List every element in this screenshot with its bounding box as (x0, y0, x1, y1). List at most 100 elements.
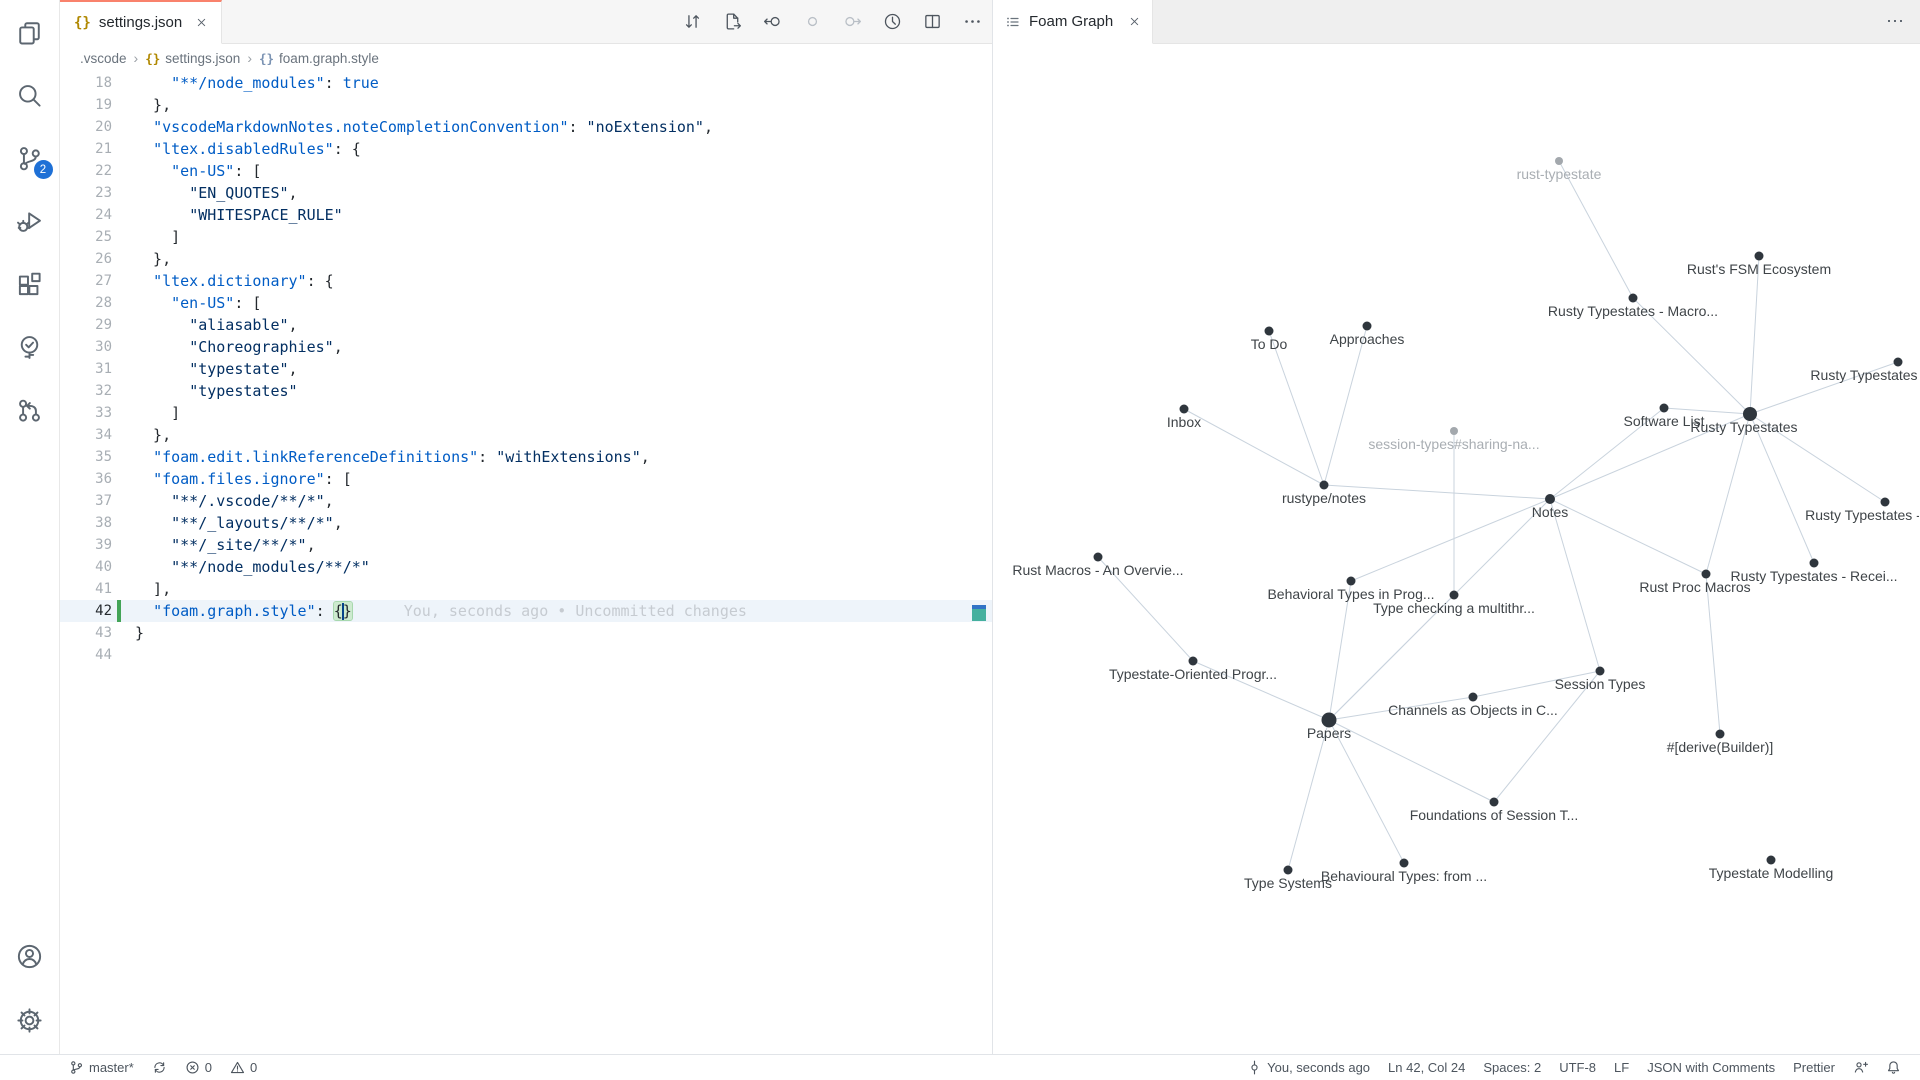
breadcrumb-separator: › (247, 50, 252, 66)
line-number: 30 (60, 336, 112, 358)
open-changes-button[interactable] (683, 12, 702, 31)
activity-item-settings[interactable] (6, 996, 54, 1044)
code-editor[interactable]: 18 "**/node_modules": true19 },20 "vscod… (60, 72, 992, 1054)
tab-settings-json[interactable]: {} settings.json (60, 0, 222, 44)
more-actions-button[interactable] (963, 12, 982, 31)
status-errors[interactable]: 0 (176, 1055, 221, 1080)
graph-node[interactable] (1189, 657, 1198, 666)
graph-node[interactable] (1629, 294, 1638, 303)
status-encoding[interactable]: UTF-8 (1550, 1055, 1605, 1080)
status-blame-annotation[interactable]: You, seconds ago (1238, 1055, 1379, 1080)
graph-node[interactable] (1555, 157, 1563, 165)
code-line-30: 30 "Choreographies", (60, 336, 992, 358)
status-formatter[interactable]: Prettier (1784, 1055, 1844, 1080)
tree-check-icon (16, 334, 43, 361)
graph-edge (1750, 414, 1814, 563)
graph-node[interactable] (1469, 693, 1478, 702)
status-sync[interactable] (143, 1055, 176, 1080)
activity-item-extensions[interactable] (6, 260, 54, 308)
more-actions-icon[interactable]: ⋯ (1886, 0, 1906, 42)
status-cursor-position[interactable]: Ln 42, Col 24 (1379, 1055, 1474, 1080)
graph-node[interactable] (1716, 730, 1725, 739)
panel-tab-label: Foam Graph (1029, 13, 1113, 30)
graph-node[interactable] (1320, 481, 1329, 490)
line-number: 29 (60, 314, 112, 336)
split-editor-button[interactable] (923, 12, 942, 31)
graph-node[interactable] (1265, 327, 1274, 336)
graph-node[interactable] (1094, 553, 1103, 562)
warning-icon (230, 1060, 245, 1075)
close-icon[interactable] (1124, 12, 1144, 32)
activity-item-source-control[interactable]: 2 (6, 134, 54, 182)
graph-node[interactable] (1702, 570, 1711, 579)
status-warnings[interactable]: 0 (221, 1055, 266, 1080)
open-changes-icon (683, 12, 702, 31)
graph-node[interactable] (1363, 322, 1372, 331)
line-number: 18 (60, 72, 112, 94)
status-git-branch[interactable]: master* (60, 1055, 143, 1080)
gutter-modified-indicator (117, 600, 121, 622)
graph-node[interactable] (1545, 494, 1555, 504)
activity-item-accounts[interactable] (6, 932, 54, 980)
activity-item-search[interactable] (6, 71, 54, 119)
line-number: 40 (60, 556, 112, 578)
code-line-33: 33 ] (60, 402, 992, 424)
graph-node[interactable] (1810, 559, 1819, 568)
breadcrumb-item[interactable]: .vscode (80, 51, 127, 66)
graph-node-label: Rust Proc Macros (1639, 579, 1750, 595)
activity-item-explorer[interactable] (6, 8, 54, 56)
file-history-button[interactable] (883, 12, 902, 31)
commit-icon (1247, 1060, 1262, 1075)
next-change-button[interactable] (843, 12, 862, 31)
code-line-21: 21 "ltex.disabledRules": { (60, 138, 992, 160)
symbol-braces-icon: {} (145, 51, 160, 66)
graph-node-label: Rusty Typestates - Macro... (1548, 303, 1718, 319)
code-line-18: 18 "**/node_modules": true (60, 72, 992, 94)
breadcrumb-item[interactable]: {}settings.json (145, 51, 240, 66)
graph-node[interactable] (1894, 358, 1903, 367)
circle-right-arrow-icon (843, 12, 862, 31)
gear-icon (16, 1007, 43, 1034)
activity-item-git-graph[interactable] (6, 386, 54, 434)
graph-node[interactable] (1660, 404, 1669, 413)
activity-item-testing-tree[interactable] (6, 323, 54, 371)
line-number: 32 (60, 380, 112, 402)
status-eol[interactable]: LF (1605, 1055, 1638, 1080)
graph-node[interactable] (1450, 591, 1459, 600)
line-number: 39 (60, 534, 112, 556)
graph-node[interactable] (1450, 427, 1458, 435)
graph-node-label: Rusty Typestates (1690, 419, 1797, 435)
graph-edge (1324, 326, 1367, 485)
text-cursor (342, 603, 344, 620)
graph-node[interactable] (1180, 405, 1189, 414)
circle-left-arrow-icon (763, 12, 782, 31)
graph-node[interactable] (1881, 498, 1890, 507)
graph-node-label: Foundations of Session T... (1410, 807, 1579, 823)
graph-node-label: Rusty Typestates - (1805, 507, 1919, 523)
circle-icon (803, 12, 822, 31)
status-indentation[interactable]: Spaces: 2 (1474, 1055, 1550, 1080)
status-notifications[interactable] (1877, 1055, 1910, 1080)
graph-node[interactable] (1596, 667, 1605, 676)
bell-icon (1886, 1060, 1901, 1075)
line-number: 35 (60, 446, 112, 468)
tab-foam-graph[interactable]: Foam Graph (993, 0, 1153, 44)
graph-node[interactable] (1284, 866, 1293, 875)
graph-node[interactable] (1490, 798, 1499, 807)
open-preview-button[interactable] (723, 12, 742, 31)
breadcrumb-item[interactable]: {}foam.graph.style (259, 51, 379, 66)
close-icon[interactable] (191, 13, 211, 33)
graph-node[interactable] (1347, 577, 1356, 586)
foam-graph-canvas[interactable]: rust-typestateRust's FSM EcosystemRusty … (993, 44, 1920, 1054)
graph-node[interactable] (1767, 856, 1776, 865)
status-feedback[interactable] (1844, 1055, 1877, 1080)
status-language-mode[interactable]: JSON with Comments (1638, 1055, 1784, 1080)
change-marker-button[interactable] (803, 12, 822, 31)
graph-node[interactable] (1755, 252, 1764, 261)
code-line-42: 42 "foam.graph.style": {}You, seconds ag… (60, 600, 992, 622)
graph-node[interactable] (1400, 859, 1409, 868)
previous-change-button[interactable] (763, 12, 782, 31)
page-arrow-icon (723, 12, 742, 31)
activity-item-run-debug[interactable] (6, 197, 54, 245)
graph-edge (1750, 256, 1759, 414)
